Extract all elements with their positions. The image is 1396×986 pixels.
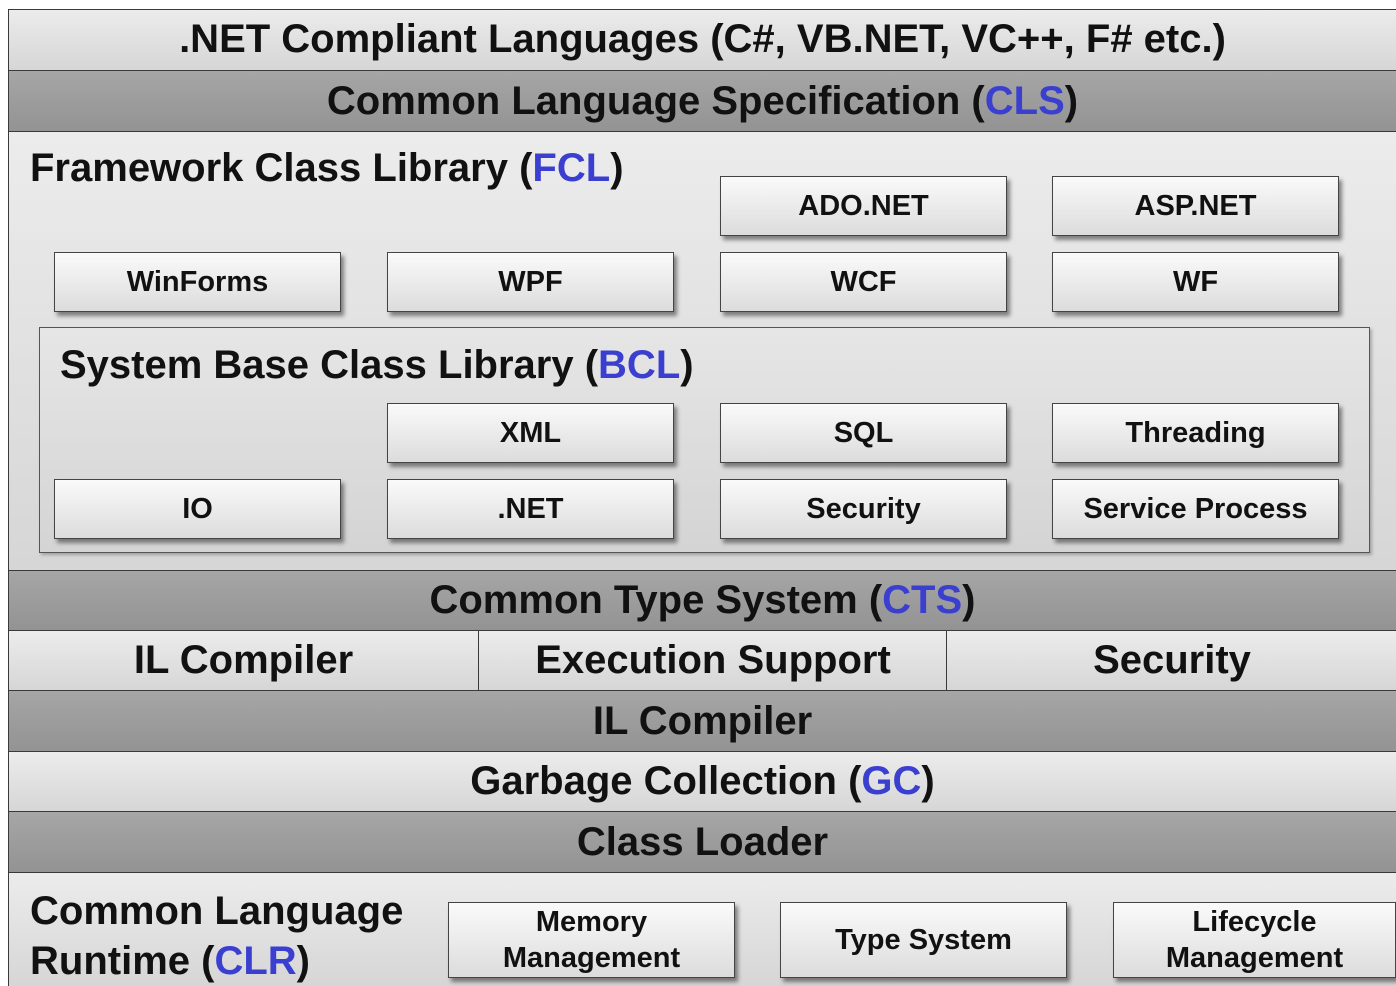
bcl-box-security: Security: [720, 479, 1007, 539]
fcl-box-ado-net: ADO.NET: [720, 176, 1007, 236]
execution-row: IL Compiler Execution Support Security: [9, 630, 1396, 690]
fcl-box-wpf: WPF: [387, 252, 674, 312]
clr-title: Common Language Runtime (CLR): [30, 889, 404, 983]
fcl-box-winforms: WinForms: [54, 252, 341, 312]
il-compiler-band: IL Compiler: [9, 690, 1396, 751]
languages-band: .NET Compliant Languages (C#, VB.NET, VC…: [9, 9, 1396, 70]
bcl-box-service-process: Service Process: [1052, 479, 1339, 539]
cts-band: Common Type System (CTS): [9, 570, 1396, 630]
clr-box-memory-management: Memory Management: [448, 902, 735, 978]
exec-cell-security: Security: [946, 631, 1396, 690]
languages-label: .NET Compliant Languages (C#, VB.NET, VC…: [179, 17, 1226, 61]
class-loader-label: Class Loader: [576, 819, 829, 864]
bcl-title: System Base Class Library (BCL): [60, 343, 694, 387]
il-compiler-label: IL Compiler: [592, 698, 813, 743]
bcl-box-sql: SQL: [720, 403, 1007, 463]
fcl-box-asp-net: ASP.NET: [1052, 176, 1339, 236]
fcl-box-wf: WF: [1052, 252, 1339, 312]
bcl-box-threading: Threading: [1052, 403, 1339, 463]
fcl-title: Framework Class Library (FCL): [30, 146, 624, 190]
cls-band: Common Language Specification (CLS): [9, 70, 1396, 131]
gc-band: Garbage Collection (GC): [9, 751, 1396, 811]
gc-label: Garbage Collection (GC): [470, 759, 935, 803]
exec-cell-execution-support: Execution Support: [478, 631, 947, 690]
bcl-box-io: IO: [54, 479, 341, 539]
fcl-box-wcf: WCF: [720, 252, 1007, 312]
class-loader-band: Class Loader: [9, 811, 1396, 872]
clr-box-type-system: Type System: [780, 902, 1067, 978]
bcl-box-dotnet: .NET: [387, 479, 674, 539]
exec-cell-il-compiler: IL Compiler: [133, 638, 354, 682]
cts-label: Common Type System (CTS): [429, 578, 976, 622]
bcl-box-xml: XML: [387, 403, 674, 463]
cls-label: Common Language Specification (CLS): [326, 78, 1079, 123]
clr-box-lifecycle-management: Lifecycle Management: [1113, 902, 1396, 978]
